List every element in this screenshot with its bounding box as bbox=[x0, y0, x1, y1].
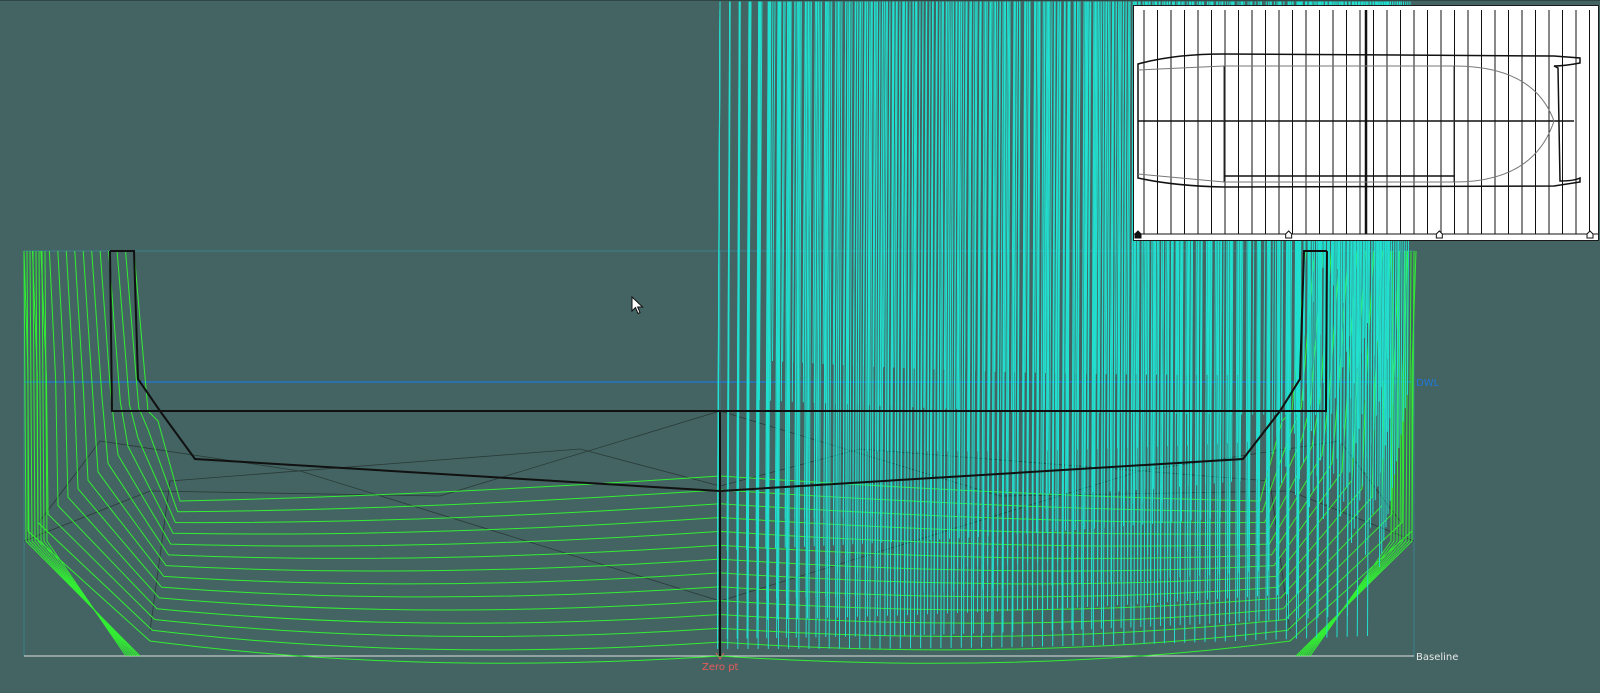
body-plan-viewport[interactable]: DWL Baseline Zero pt bbox=[0, 0, 1600, 692]
station-line bbox=[74, 250, 721, 585]
control-point[interactable] bbox=[910, 1, 914, 649]
plan-view-inset[interactable] bbox=[1133, 5, 1599, 241]
station-line bbox=[48, 250, 721, 624]
plan-marker-handle[interactable] bbox=[1285, 230, 1293, 239]
zero-point-label: Zero pt bbox=[702, 662, 739, 673]
control-point[interactable] bbox=[1113, 1, 1117, 645]
station-line bbox=[91, 250, 721, 559]
plan-view-drawing bbox=[1134, 10, 1598, 239]
mouse-pointer-icon bbox=[631, 296, 644, 315]
station-lines-left bbox=[23, 250, 721, 664]
station-line bbox=[57, 250, 721, 611]
control-point[interactable] bbox=[963, 1, 967, 634]
control-point[interactable] bbox=[791, 1, 796, 402]
plan-marker-handle[interactable] bbox=[1586, 230, 1594, 239]
station-line bbox=[99, 250, 721, 547]
control-point[interactable] bbox=[852, 1, 856, 545]
baseline-label: Baseline bbox=[1416, 652, 1458, 663]
control-point[interactable] bbox=[953, 1, 957, 635]
station-line bbox=[23, 250, 721, 664]
dwl-label: DWL bbox=[1416, 378, 1440, 389]
plan-tunnel bbox=[1223, 66, 1455, 182]
plan-marker-handle[interactable] bbox=[1134, 230, 1142, 239]
station-line bbox=[133, 250, 721, 502]
